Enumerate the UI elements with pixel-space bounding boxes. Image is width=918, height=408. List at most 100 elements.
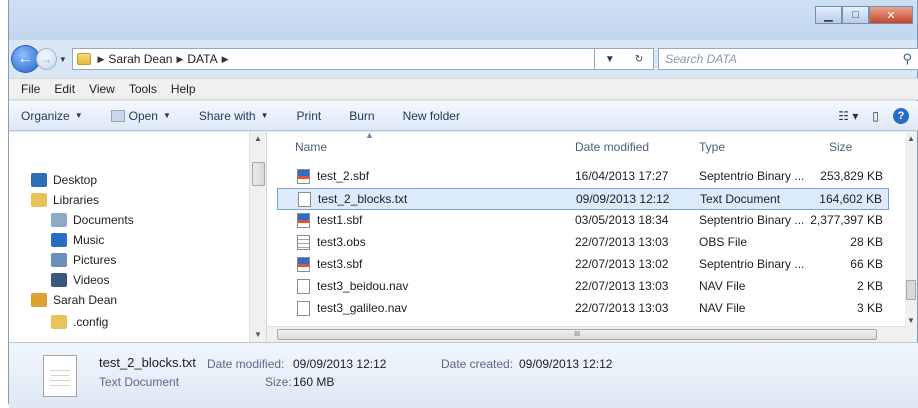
file-name: test3.obs: [317, 235, 366, 249]
minimize-button[interactable]: ▁: [815, 6, 842, 24]
sbf-file-icon: [297, 213, 310, 228]
horizontal-scrollbar[interactable]: III: [267, 326, 907, 342]
nav-item[interactable]: Sarah Dean: [31, 290, 117, 310]
pictures-icon: [51, 253, 67, 267]
organize-button[interactable]: Organize ▼: [21, 109, 83, 123]
chevron-down-icon: ▼: [162, 111, 171, 120]
nav-item[interactable]: Libraries: [31, 190, 99, 210]
file-date-modified: 22/07/2013 13:03: [575, 235, 669, 249]
breadcrumb-separator-icon[interactable]: ▶: [222, 54, 229, 65]
search-box[interactable]: Search DATA ⚲: [658, 48, 918, 70]
new-folder-button[interactable]: New folder: [403, 109, 460, 123]
file-date-modified: 09/09/2013 12:12: [576, 192, 670, 206]
file-row[interactable]: test3_galileo.nav 22/07/2013 13:03 NAV Fil…: [277, 298, 889, 320]
open-button[interactable]: Open ▼: [110, 108, 171, 123]
file-date-modified: 03/05/2013 18:34: [575, 213, 669, 227]
nav-item-label: Desktop: [53, 173, 98, 187]
explorer-window: ▁ □ ✕ ← → ▼ ▶ Sarah Dean ▶ DATA ▶ ▼ ↻ Se…: [8, 0, 918, 408]
documents-icon: [51, 213, 67, 227]
file-size: 2,377,397 KB: [810, 213, 883, 227]
burn-button[interactable]: Burn: [349, 109, 374, 123]
scroll-up-icon[interactable]: ▲: [254, 134, 262, 143]
column-header-size[interactable]: Size: [829, 140, 852, 162]
file-row[interactable]: test3.obs 22/07/2013 13:03 OBS File 28 KB: [277, 232, 889, 254]
scroll-down-icon[interactable]: ▼: [907, 316, 915, 325]
recent-pages-dropdown[interactable]: ▼: [59, 55, 69, 64]
detail-file-name: test_2_blocks.txt: [99, 355, 196, 370]
scroll-thumb[interactable]: III: [277, 329, 877, 340]
caption-buttons: ▁ □ ✕: [815, 6, 913, 24]
file-row[interactable]: test_2_blocks.txt 09/09/2013 12:12 Text Do…: [277, 188, 889, 210]
nav-item-label: Music: [73, 233, 105, 247]
file-date-modified: 22/07/2013 13:03: [575, 301, 669, 315]
breadcrumb-sarah-dean[interactable]: Sarah Dean: [108, 52, 172, 66]
breadcrumb-separator-icon[interactable]: ▶: [176, 54, 183, 65]
music-icon: [51, 233, 67, 247]
address-dropdown-icon[interactable]: ▼: [605, 54, 615, 65]
folder-icon: [77, 53, 92, 65]
change-view-icon[interactable]: ☷ ▾: [838, 109, 858, 123]
detail-file-type: Text Document: [99, 375, 180, 389]
menu-tools[interactable]: Tools: [129, 82, 157, 96]
file-list: Name ▲ Date modified Type Size test_2.sb…: [267, 132, 907, 342]
search-icon[interactable]: ⚲: [902, 51, 912, 67]
forward-button[interactable]: →: [35, 48, 57, 70]
search-input[interactable]: Search DATA: [665, 52, 737, 66]
nav-item[interactable]: .config: [51, 312, 108, 332]
menu-help[interactable]: Help: [171, 82, 196, 96]
open-label: Open: [128, 108, 158, 123]
breadcrumb-separator-icon[interactable]: ▶: [97, 54, 104, 65]
file-row[interactable]: test_2.sbf 16/04/2013 17:27 Septentrio Bin…: [277, 166, 889, 188]
scroll-thumb[interactable]: [906, 280, 916, 300]
address-bar[interactable]: ▶ Sarah Dean ▶ DATA ▶: [72, 48, 595, 70]
refresh-icon[interactable]: ↻: [635, 54, 643, 65]
file-row[interactable]: test3_beidou.nav 22/07/2013 13:03 NAV File…: [277, 276, 889, 298]
scroll-thumb[interactable]: [252, 162, 265, 186]
file-size: 66 KB: [850, 257, 883, 271]
navigation-scrollbar[interactable]: ▲ ▼: [249, 132, 266, 342]
sbf-file-icon: [297, 169, 310, 184]
detail-date-created: 09/09/2013 12:12: [519, 357, 613, 371]
nav-item[interactable]: Documents: [51, 210, 134, 230]
file-row[interactable]: test1.sbf 03/05/2013 18:34 Septentrio Bina…: [277, 210, 889, 232]
nav-item-label: Documents: [73, 213, 134, 227]
print-button[interactable]: Print: [297, 109, 322, 123]
share-with-button[interactable]: Share with ▼: [199, 109, 269, 123]
burn-label: Burn: [349, 108, 375, 123]
column-header-type[interactable]: Type: [699, 140, 725, 162]
file-type: OBS File: [699, 235, 748, 249]
address-row: ← → ▼ ▶ Sarah Dean ▶ DATA ▶ ▼ ↻ Search D…: [9, 44, 918, 74]
column-header-date[interactable]: Date modified: [575, 140, 649, 162]
view-controls: ☷ ▾ ▯ ?: [824, 107, 909, 124]
detail-date-modified: 09/09/2013 12:12: [293, 357, 387, 371]
menu-edit[interactable]: Edit: [54, 82, 75, 96]
print-label: Print: [296, 108, 322, 123]
nav-item[interactable]: Pictures: [51, 250, 116, 270]
nav-item-label: .config: [73, 315, 109, 329]
forward-arrow-icon: →: [40, 52, 53, 66]
file-size: 2 KB: [856, 279, 883, 293]
column-header-name[interactable]: Name: [295, 140, 327, 162]
help-icon[interactable]: ?: [893, 107, 909, 124]
file-list-scrollbar[interactable]: ▲ ▼: [905, 132, 917, 342]
scroll-down-icon[interactable]: ▼: [254, 330, 262, 339]
file-type: NAV File: [699, 301, 746, 315]
close-button[interactable]: ✕: [869, 6, 913, 24]
folder-icon: [51, 315, 67, 329]
maximize-button[interactable]: □: [842, 6, 869, 24]
nav-item[interactable]: Videos: [51, 270, 109, 290]
videos-icon: [51, 273, 67, 287]
file-name: test3_beidou.nav: [317, 279, 409, 293]
file-row[interactable]: test3.sbf 22/07/2013 13:02 Septentrio Bina…: [277, 254, 889, 276]
file-type: NAV File: [699, 279, 746, 293]
menu-view[interactable]: View: [89, 82, 115, 96]
desktop-icon: [31, 173, 47, 187]
scroll-up-icon[interactable]: ▲: [907, 134, 915, 143]
menu-file[interactable]: File: [21, 82, 40, 96]
text-file-icon: [297, 301, 310, 316]
libraries-icon: [31, 193, 47, 207]
preview-pane-icon[interactable]: ▯: [872, 109, 879, 123]
nav-item[interactable]: Music: [51, 230, 104, 250]
nav-item[interactable]: Desktop: [31, 170, 97, 190]
breadcrumb-data[interactable]: DATA: [187, 52, 217, 66]
